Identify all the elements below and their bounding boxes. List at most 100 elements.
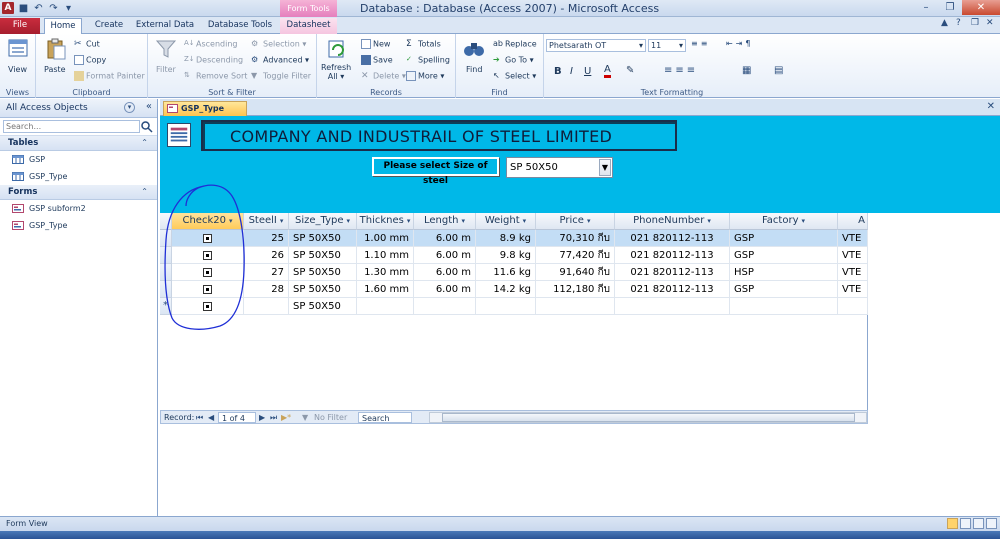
a-cell[interactable]: VTE <box>838 264 868 281</box>
price-cell[interactable]: 70,310 กีบ <box>536 230 615 247</box>
weight-cell[interactable]: 8.9 kg <box>476 230 536 247</box>
new-record-nav-icon[interactable]: ▶* <box>281 412 291 423</box>
format-painter-button[interactable]: Format Painter <box>74 71 145 81</box>
align-right-icon[interactable]: ≡ <box>687 65 698 76</box>
design-view-icon[interactable] <box>986 518 997 529</box>
length-cell[interactable]: 6.00 m <box>414 247 476 264</box>
checkbox[interactable] <box>203 284 212 294</box>
document-tab-gsp-type[interactable]: GSP_Type <box>163 101 247 116</box>
thickness-cell[interactable]: 1.30 mm <box>357 264 414 281</box>
tab-datasheet[interactable]: Datasheet <box>280 18 337 34</box>
nav-item-table-gsp-type[interactable]: GSP_Type <box>0 168 157 185</box>
length-cell[interactable]: 6.00 m <box>414 264 476 281</box>
select-button[interactable]: ↖ Select ▾ <box>493 71 536 81</box>
phone-cell[interactable]: 021 820112-113 <box>615 247 730 264</box>
thickness-cell[interactable]: 1.60 mm <box>357 281 414 298</box>
nav-section-forms[interactable]: Forms ⌃ <box>0 185 157 200</box>
table-row[interactable]: 25 SP 50X50 1.00 mm 6.00 m 8.9 kg 70,310… <box>160 230 868 247</box>
checkbox[interactable] <box>203 233 212 243</box>
record-position-field[interactable]: 1 of 4 <box>218 412 256 423</box>
a-cell[interactable] <box>838 298 868 315</box>
column-dropdown-icon[interactable]: ▾ <box>280 217 284 225</box>
layout-view-icon[interactable] <box>973 518 984 529</box>
copy-button[interactable]: Copy <box>74 55 106 65</box>
paragraph-icon[interactable]: ¶ <box>745 39 753 48</box>
collapse-section-icon[interactable]: ⌃ <box>141 185 148 199</box>
tab-file[interactable]: File <box>0 18 40 34</box>
toggle-filter-button[interactable]: ▼ Toggle Filter <box>251 71 311 81</box>
undo-icon[interactable]: ↶ <box>33 3 44 14</box>
tab-external-data[interactable]: External Data <box>134 18 196 34</box>
factory-cell[interactable]: GSP <box>730 230 838 247</box>
length-cell[interactable]: 6.00 m <box>414 281 476 298</box>
weight-cell[interactable]: 14.2 kg <box>476 281 536 298</box>
replace-button[interactable]: ab Replace <box>493 39 537 49</box>
last-record-icon[interactable]: ⏭ <box>270 412 277 423</box>
save-icon[interactable]: ■ <box>18 3 29 14</box>
access-app-icon[interactable]: A <box>2 2 14 14</box>
factory-cell[interactable]: GSP <box>730 281 838 298</box>
close-doc-icon[interactable]: ✕ <box>986 18 997 30</box>
descending-button[interactable]: Z↓Descending <box>184 55 243 65</box>
new-record-asterisk-icon[interactable]: * <box>160 298 172 315</box>
bullets-icon[interactable]: ≡ <box>691 39 701 48</box>
help-icon[interactable]: ? <box>956 18 967 30</box>
size-type-cell[interactable]: SP 50X50 <box>289 247 357 264</box>
phone-cell[interactable]: 021 820112-113 <box>615 264 730 281</box>
checkbox[interactable] <box>203 301 212 311</box>
steel-id-cell[interactable]: 25 <box>244 230 289 247</box>
checkbox-cell[interactable] <box>172 230 244 247</box>
checkbox-cell[interactable] <box>172 264 244 281</box>
column-dropdown-icon[interactable]: ▾ <box>407 217 411 225</box>
length-cell[interactable]: 6.00 m <box>414 230 476 247</box>
table-row[interactable]: 28 SP 50X50 1.60 mm 6.00 m 14.2 kg 112,1… <box>160 281 868 298</box>
price-cell[interactable]: 77,420 กีบ <box>536 247 615 264</box>
list-buttons[interactable]: ≡≡ <box>691 39 710 48</box>
column-dropdown-icon[interactable]: ▾ <box>523 217 527 225</box>
tab-home[interactable]: Home <box>44 18 82 34</box>
column-header-check20[interactable]: Check20 ▾ <box>172 213 244 230</box>
checkbox[interactable] <box>203 267 212 277</box>
shutter-bar-close-icon[interactable]: « <box>146 101 152 112</box>
view-button[interactable]: View <box>8 65 27 74</box>
phone-cell[interactable]: 021 820112-113 <box>615 230 730 247</box>
chevron-down-icon[interactable]: ▼ <box>599 159 611 176</box>
nav-menu-dropdown-icon[interactable]: ▾ <box>124 102 135 113</box>
goto-button[interactable]: ➔ Go To ▾ <box>493 55 534 65</box>
thickness-cell[interactable]: 1.00 mm <box>357 230 414 247</box>
nav-item-form-gsp-subform2[interactable]: GSP subform2 <box>0 200 157 217</box>
checkbox[interactable] <box>203 250 212 260</box>
thickness-cell[interactable] <box>357 298 414 315</box>
datasheet-view-icon[interactable] <box>960 518 971 529</box>
table-row[interactable]: 27 SP 50X50 1.30 mm 6.00 m 11.6 kg 91,64… <box>160 264 868 281</box>
selection-button[interactable]: ⚙ Selection ▾ <box>251 39 306 49</box>
record-selector[interactable] <box>160 230 172 247</box>
align-buttons[interactable]: ≡≡≡ <box>664 65 698 76</box>
steel-id-cell[interactable] <box>244 298 289 315</box>
column-header-size-type[interactable]: Size_Type ▾ <box>289 213 357 230</box>
previous-record-icon[interactable]: ◀ <box>208 412 214 423</box>
italic-button[interactable]: I <box>570 66 573 77</box>
checkbox-cell[interactable] <box>172 298 244 315</box>
find-button[interactable]: Find <box>466 65 482 74</box>
decrease-indent-icon[interactable]: ⇤ <box>726 39 736 48</box>
nav-search-input[interactable] <box>3 120 140 133</box>
new-record-button[interactable]: New <box>361 39 390 49</box>
search-icon[interactable] <box>140 120 153 133</box>
size-combo-box[interactable]: SP 50X50 ▼ <box>506 157 613 178</box>
spelling-button[interactable]: ✓ Spelling <box>406 55 450 65</box>
size-type-cell[interactable]: SP 50X50 <box>289 230 357 247</box>
new-record-row[interactable]: * SP 50X50 <box>160 298 868 315</box>
gridlines-icon[interactable]: ▦ <box>742 65 751 76</box>
weight-cell[interactable] <box>476 298 536 315</box>
length-cell[interactable] <box>414 298 476 315</box>
next-record-icon[interactable]: ▶ <box>259 412 265 423</box>
font-name-combo[interactable]: Phetsarath OT ▾ <box>546 39 646 52</box>
steel-id-cell[interactable]: 27 <box>244 264 289 281</box>
price-cell[interactable]: 112,180 กีบ <box>536 281 615 298</box>
thickness-cell[interactable]: 1.10 mm <box>357 247 414 264</box>
size-type-cell[interactable]: SP 50X50 <box>289 264 357 281</box>
more-button[interactable]: More ▾ <box>406 71 444 81</box>
restore-doc-icon[interactable]: ❐ <box>971 18 982 30</box>
checkbox-cell[interactable] <box>172 281 244 298</box>
